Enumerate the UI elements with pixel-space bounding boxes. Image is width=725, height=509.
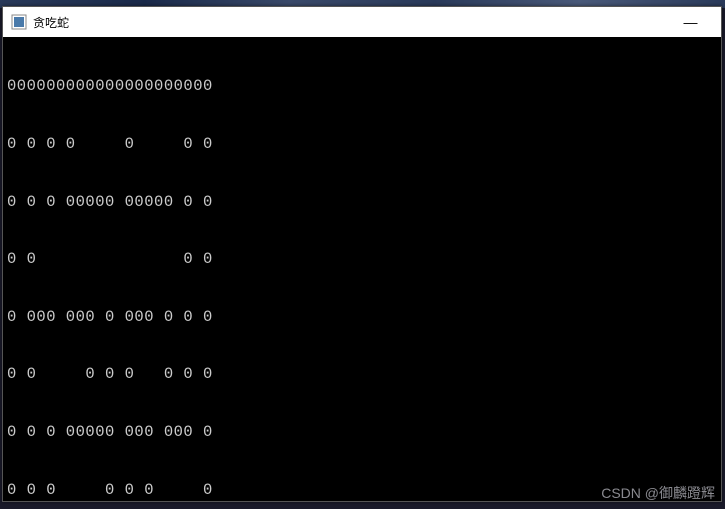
- console-line: 0 0 0 0: [7, 250, 717, 269]
- app-icon: [11, 14, 27, 30]
- console-line: 0 0 0 00000 000 000 0: [7, 423, 717, 442]
- minimize-button[interactable]: —: [668, 7, 713, 37]
- console-line: 0 0 0 0 0 0 0: [7, 481, 717, 500]
- console-line: 0 000 000 0 000 0 0 0: [7, 308, 717, 327]
- console-line: 0 0 0 00000 00000 0 0: [7, 193, 717, 212]
- console-line: 0 0 0 0 0 0 0 0: [7, 365, 717, 384]
- titlebar[interactable]: 贪吃蛇 —: [3, 7, 721, 37]
- console-output: 000000000000000000000 0 0 0 0 0 0 0 0 0 …: [3, 37, 721, 501]
- window-title: 贪吃蛇: [33, 14, 668, 31]
- console-line: 0 0 0 0 0 0 0: [7, 135, 717, 154]
- application-window: 贪吃蛇 — 000000000000000000000 0 0 0 0 0 0 …: [2, 6, 722, 502]
- window-controls: —: [668, 7, 713, 37]
- console-line: 000000000000000000000: [7, 77, 717, 96]
